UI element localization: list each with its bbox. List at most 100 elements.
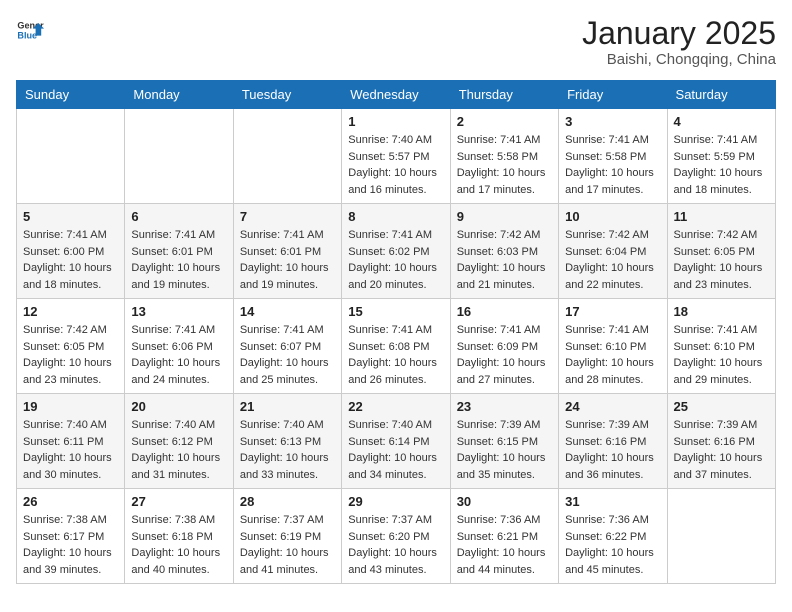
sunrise-text: Sunrise: 7:41 AM	[23, 229, 107, 241]
sunset-text: Sunset: 6:11 PM	[23, 436, 104, 448]
sunset-text: Sunset: 6:07 PM	[240, 341, 321, 353]
calendar-cell: 20 Sunrise: 7:40 AM Sunset: 6:12 PM Dayl…	[125, 394, 233, 489]
sunset-text: Sunset: 5:58 PM	[457, 151, 538, 163]
daylight-text: Daylight: 10 hours and 28 minutes.	[565, 357, 654, 386]
daylight-text: Daylight: 10 hours and 17 minutes.	[457, 167, 546, 196]
calendar-cell: 7 Sunrise: 7:41 AM Sunset: 6:01 PM Dayli…	[233, 204, 341, 299]
day-info: Sunrise: 7:42 AM Sunset: 6:04 PM Dayligh…	[565, 227, 660, 293]
day-number: 30	[457, 494, 552, 509]
sunrise-text: Sunrise: 7:41 AM	[240, 324, 324, 336]
weekday-header-friday: Friday	[559, 81, 667, 109]
calendar-cell: 16 Sunrise: 7:41 AM Sunset: 6:09 PM Dayl…	[450, 299, 558, 394]
sunset-text: Sunset: 6:04 PM	[565, 246, 646, 258]
daylight-text: Daylight: 10 hours and 18 minutes.	[23, 262, 112, 291]
sunrise-text: Sunrise: 7:40 AM	[131, 419, 215, 431]
sunrise-text: Sunrise: 7:42 AM	[565, 229, 649, 241]
sunrise-text: Sunrise: 7:41 AM	[240, 229, 324, 241]
day-number: 11	[674, 209, 769, 224]
day-info: Sunrise: 7:39 AM Sunset: 6:16 PM Dayligh…	[565, 417, 660, 483]
week-row-5: 26 Sunrise: 7:38 AM Sunset: 6:17 PM Dayl…	[17, 489, 776, 584]
weekday-header-monday: Monday	[125, 81, 233, 109]
calendar-cell: 17 Sunrise: 7:41 AM Sunset: 6:10 PM Dayl…	[559, 299, 667, 394]
sunset-text: Sunset: 6:00 PM	[23, 246, 104, 258]
weekday-header-thursday: Thursday	[450, 81, 558, 109]
weekday-header-row: SundayMondayTuesdayWednesdayThursdayFrid…	[17, 81, 776, 109]
sunset-text: Sunset: 6:12 PM	[131, 436, 212, 448]
calendar-cell: 2 Sunrise: 7:41 AM Sunset: 5:58 PM Dayli…	[450, 109, 558, 204]
calendar-cell: 10 Sunrise: 7:42 AM Sunset: 6:04 PM Dayl…	[559, 204, 667, 299]
calendar-cell: 13 Sunrise: 7:41 AM Sunset: 6:06 PM Dayl…	[125, 299, 233, 394]
daylight-text: Daylight: 10 hours and 23 minutes.	[23, 357, 112, 386]
calendar-cell: 27 Sunrise: 7:38 AM Sunset: 6:18 PM Dayl…	[125, 489, 233, 584]
calendar-cell: 11 Sunrise: 7:42 AM Sunset: 6:05 PM Dayl…	[667, 204, 775, 299]
day-info: Sunrise: 7:41 AM Sunset: 6:06 PM Dayligh…	[131, 322, 226, 388]
calendar-cell: 18 Sunrise: 7:41 AM Sunset: 6:10 PM Dayl…	[667, 299, 775, 394]
calendar-cell: 14 Sunrise: 7:41 AM Sunset: 6:07 PM Dayl…	[233, 299, 341, 394]
sunset-text: Sunset: 6:21 PM	[457, 531, 538, 543]
sunset-text: Sunset: 5:59 PM	[674, 151, 755, 163]
sunrise-text: Sunrise: 7:41 AM	[348, 229, 432, 241]
day-number: 17	[565, 304, 660, 319]
daylight-text: Daylight: 10 hours and 20 minutes.	[348, 262, 437, 291]
day-info: Sunrise: 7:38 AM Sunset: 6:18 PM Dayligh…	[131, 512, 226, 578]
day-number: 21	[240, 399, 335, 414]
sunrise-text: Sunrise: 7:42 AM	[457, 229, 541, 241]
day-info: Sunrise: 7:41 AM Sunset: 6:02 PM Dayligh…	[348, 227, 443, 293]
calendar-cell: 12 Sunrise: 7:42 AM Sunset: 6:05 PM Dayl…	[17, 299, 125, 394]
day-number: 6	[131, 209, 226, 224]
sunset-text: Sunset: 6:09 PM	[457, 341, 538, 353]
calendar-cell: 1 Sunrise: 7:40 AM Sunset: 5:57 PM Dayli…	[342, 109, 450, 204]
sunrise-text: Sunrise: 7:37 AM	[348, 514, 432, 526]
day-number: 29	[348, 494, 443, 509]
day-number: 15	[348, 304, 443, 319]
sunrise-text: Sunrise: 7:38 AM	[23, 514, 107, 526]
calendar-cell: 5 Sunrise: 7:41 AM Sunset: 6:00 PM Dayli…	[17, 204, 125, 299]
daylight-text: Daylight: 10 hours and 21 minutes.	[457, 262, 546, 291]
day-number: 4	[674, 114, 769, 129]
weekday-header-wednesday: Wednesday	[342, 81, 450, 109]
logo: General Blue	[16, 16, 44, 44]
calendar-cell: 3 Sunrise: 7:41 AM Sunset: 5:58 PM Dayli…	[559, 109, 667, 204]
daylight-text: Daylight: 10 hours and 45 minutes.	[565, 547, 654, 576]
daylight-text: Daylight: 10 hours and 33 minutes.	[240, 452, 329, 481]
day-number: 18	[674, 304, 769, 319]
day-number: 28	[240, 494, 335, 509]
day-info: Sunrise: 7:41 AM Sunset: 6:10 PM Dayligh…	[674, 322, 769, 388]
day-info: Sunrise: 7:39 AM Sunset: 6:15 PM Dayligh…	[457, 417, 552, 483]
day-info: Sunrise: 7:41 AM Sunset: 6:01 PM Dayligh…	[240, 227, 335, 293]
daylight-text: Daylight: 10 hours and 23 minutes.	[674, 262, 763, 291]
sunrise-text: Sunrise: 7:41 AM	[565, 324, 649, 336]
day-info: Sunrise: 7:39 AM Sunset: 6:16 PM Dayligh…	[674, 417, 769, 483]
sunset-text: Sunset: 5:57 PM	[348, 151, 429, 163]
sunset-text: Sunset: 6:13 PM	[240, 436, 321, 448]
day-number: 23	[457, 399, 552, 414]
sunrise-text: Sunrise: 7:40 AM	[348, 419, 432, 431]
sunset-text: Sunset: 6:01 PM	[240, 246, 321, 258]
calendar-cell	[125, 109, 233, 204]
day-info: Sunrise: 7:41 AM Sunset: 6:00 PM Dayligh…	[23, 227, 118, 293]
sunset-text: Sunset: 6:20 PM	[348, 531, 429, 543]
svg-text:Blue: Blue	[17, 30, 37, 40]
daylight-text: Daylight: 10 hours and 35 minutes.	[457, 452, 546, 481]
daylight-text: Daylight: 10 hours and 41 minutes.	[240, 547, 329, 576]
logo-icon: General Blue	[16, 16, 44, 44]
day-number: 20	[131, 399, 226, 414]
sunset-text: Sunset: 6:18 PM	[131, 531, 212, 543]
sunset-text: Sunset: 6:01 PM	[131, 246, 212, 258]
sunset-text: Sunset: 6:10 PM	[565, 341, 646, 353]
title-block: January 2025 Baishi, Chongqing, China	[582, 16, 776, 68]
sunrise-text: Sunrise: 7:38 AM	[131, 514, 215, 526]
sunset-text: Sunset: 6:15 PM	[457, 436, 538, 448]
calendar-cell: 6 Sunrise: 7:41 AM Sunset: 6:01 PM Dayli…	[125, 204, 233, 299]
day-info: Sunrise: 7:36 AM Sunset: 6:22 PM Dayligh…	[565, 512, 660, 578]
sunrise-text: Sunrise: 7:41 AM	[565, 134, 649, 146]
calendar-cell: 21 Sunrise: 7:40 AM Sunset: 6:13 PM Dayl…	[233, 394, 341, 489]
day-number: 10	[565, 209, 660, 224]
sunrise-text: Sunrise: 7:37 AM	[240, 514, 324, 526]
day-number: 1	[348, 114, 443, 129]
daylight-text: Daylight: 10 hours and 16 minutes.	[348, 167, 437, 196]
daylight-text: Daylight: 10 hours and 40 minutes.	[131, 547, 220, 576]
daylight-text: Daylight: 10 hours and 44 minutes.	[457, 547, 546, 576]
sunrise-text: Sunrise: 7:36 AM	[565, 514, 649, 526]
day-info: Sunrise: 7:41 AM Sunset: 6:07 PM Dayligh…	[240, 322, 335, 388]
